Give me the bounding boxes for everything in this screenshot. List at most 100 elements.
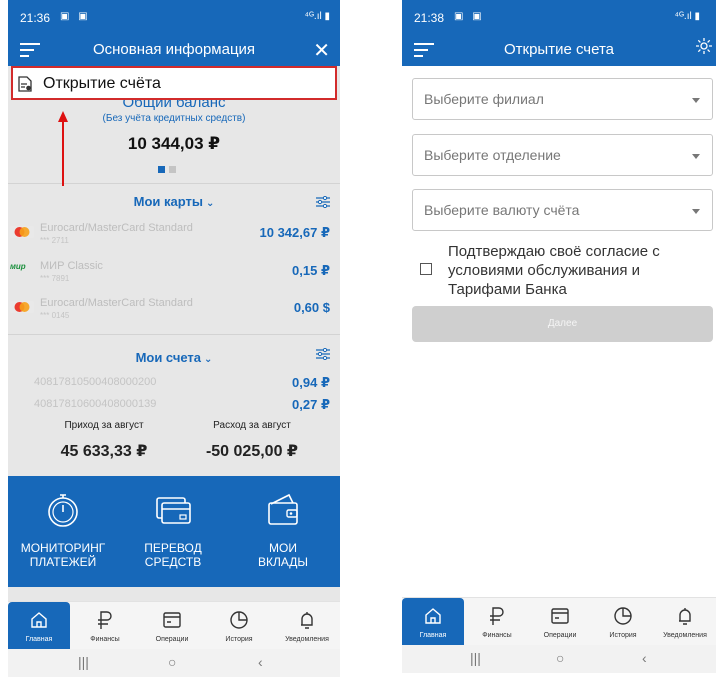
home-system-icon[interactable]: ○ xyxy=(168,654,176,670)
card-number: *** 7891 xyxy=(40,274,70,283)
nav-home[interactable]: Главная xyxy=(402,598,464,646)
funds-transfer-tile[interactable]: ПЕРЕВОД СРЕДСТВ xyxy=(118,476,228,569)
open-account-menu-item[interactable]: Открытие счёта xyxy=(11,66,337,100)
nav-label: Уведомления xyxy=(663,632,707,639)
document-icon xyxy=(18,76,32,92)
income-value: 45 633,33 ₽ xyxy=(60,443,148,460)
card-row[interactable]: мир МИР Classic *** 7891 0,15 ₽ xyxy=(8,259,340,295)
system-nav-bar: ||| ○ ‹ xyxy=(8,649,340,677)
tile-label: ВКЛАДЫ xyxy=(257,555,309,569)
account-number: 40817810600408000139 xyxy=(34,398,157,410)
nav-finance[interactable]: Финансы xyxy=(466,598,528,646)
notification-icons: ▣ ▣ xyxy=(60,11,91,22)
filter-icon[interactable] xyxy=(316,196,330,208)
nav-finance[interactable]: Финансы xyxy=(74,602,136,650)
gear-icon[interactable] xyxy=(694,36,714,56)
home-icon xyxy=(31,612,47,628)
history-icon xyxy=(230,611,248,629)
tile-label: СРЕДСТВ xyxy=(144,555,202,569)
nav-operations[interactable]: Операции xyxy=(529,598,591,646)
expense-value: -50 025,00 ₽ xyxy=(205,443,299,460)
back-icon[interactable]: ‹ xyxy=(642,650,647,666)
account-balance: 0,94 ₽ xyxy=(292,375,330,390)
account-number: 40817810500408000200 xyxy=(34,376,157,388)
my-deposits-tile[interactable]: МОИ ВКЛАДЫ xyxy=(228,476,338,569)
open-account-label: Открытие счёта xyxy=(43,75,161,92)
bell-icon xyxy=(679,608,691,625)
card-balance: 0,15 ₽ xyxy=(292,263,330,278)
ruble-icon xyxy=(490,607,504,625)
signal-icon: ⁴ᴳ.ıl ▮ xyxy=(674,11,700,22)
recent-apps-icon[interactable]: ||| xyxy=(470,650,481,666)
currency-select[interactable]: Выберите валюту счёта xyxy=(412,189,713,231)
pointer-arrow xyxy=(58,111,68,186)
wallet-icon xyxy=(268,493,298,525)
card-row[interactable]: Eurocard/MasterCard Standard *** 2711 10… xyxy=(8,221,340,257)
home-system-icon[interactable]: ○ xyxy=(556,650,564,666)
consent-text: Подтверждаю своё согласие с условиями об… xyxy=(448,243,660,298)
system-nav-bar: ||| ○ ‹ xyxy=(402,645,716,673)
open-account-screen: 21:38 ▣ ▣ ⁴ᴳ.ıl ▮ Открытие счета Выберит… xyxy=(402,0,716,677)
income-block: Приход за август 45 633,33 ₽ xyxy=(24,420,184,461)
nav-history[interactable]: История xyxy=(592,598,654,646)
card-row[interactable]: Eurocard/MasterCard Standard *** 0145 0,… xyxy=(8,296,340,332)
nav-notifications[interactable]: Уведомления xyxy=(276,602,338,650)
tile-label: ПЕРЕВОД xyxy=(144,541,202,555)
carousel-dots[interactable] xyxy=(158,160,180,178)
office-placeholder: Выберите отделение xyxy=(424,147,561,163)
nav-label: Уведомления xyxy=(285,636,329,643)
nav-history[interactable]: История xyxy=(208,602,270,650)
bell-icon xyxy=(301,612,313,629)
card-name: Eurocard/MasterCard Standard xyxy=(40,222,193,234)
history-icon xyxy=(614,607,632,625)
nav-label: Главная xyxy=(419,632,447,639)
close-icon[interactable]: ✕ xyxy=(313,38,330,63)
card-balance: 0,60 $ xyxy=(293,300,330,315)
expense-label: Расход за август xyxy=(213,420,291,431)
expense-block: Расход за август -50 025,00 ₽ xyxy=(172,420,332,461)
chevron-down-icon xyxy=(692,98,700,103)
nav-operations[interactable]: Операции xyxy=(141,602,203,650)
accounts-section-title[interactable]: Мои счета ⌄ xyxy=(8,350,340,365)
status-bar: 21:38 ▣ ▣ ⁴ᴳ.ıl ▮ xyxy=(402,0,716,34)
chevron-down-icon xyxy=(692,209,700,214)
card-name: МИР Classic xyxy=(40,260,103,272)
mastercard-logo xyxy=(10,226,34,238)
nav-label: История xyxy=(609,632,637,639)
filter-icon[interactable] xyxy=(316,348,330,360)
currency-placeholder: Выберите валюту счёта xyxy=(424,202,580,218)
consent-checkbox[interactable] xyxy=(420,263,432,275)
payments-monitoring-tile[interactable]: МОНИТОРИНГ ПЛАТЕЖЕЙ xyxy=(8,476,118,569)
mir-logo: мир xyxy=(10,262,26,271)
branch-placeholder: Выберите филиал xyxy=(424,91,544,107)
card-number: *** 2711 xyxy=(40,236,69,245)
cards-section-title[interactable]: Мои карты ⌄ xyxy=(8,194,340,209)
card-icon xyxy=(156,497,191,524)
notification-icons: ▣ ▣ xyxy=(454,11,485,22)
accounts-title-label: Мои счета xyxy=(135,350,202,365)
card-number: *** 0145 xyxy=(40,311,70,320)
account-balance: 0,27 ₽ xyxy=(292,397,330,412)
back-icon[interactable]: ‹ xyxy=(258,654,263,670)
recent-apps-icon[interactable]: ||| xyxy=(78,654,89,670)
card-name: Eurocard/MasterCard Standard xyxy=(40,297,193,309)
status-bar: 21:36 ▣ ▣ ⁴ᴳ.ıl ▮ xyxy=(8,0,340,34)
nav-label: Финансы xyxy=(482,632,512,639)
page-title: Основная информация xyxy=(92,41,256,58)
ruble-icon xyxy=(98,611,112,629)
nav-notifications[interactable]: Уведомления xyxy=(654,598,716,646)
next-button[interactable]: Далее xyxy=(412,306,713,342)
account-row[interactable]: 40817810600408000139 0,27 ₽ xyxy=(8,396,340,416)
nav-home[interactable]: Главная xyxy=(8,602,70,650)
stopwatch-icon xyxy=(48,494,78,527)
tile-label: ПЛАТЕЖЕЙ xyxy=(29,555,97,569)
account-row[interactable]: 40817810500408000200 0,94 ₽ xyxy=(8,374,340,394)
office-select[interactable]: Выберите отделение xyxy=(412,134,713,176)
operations-icon xyxy=(551,608,569,624)
nav-label: Операции xyxy=(543,632,577,639)
app-header: Основная информация ✕ xyxy=(8,34,340,66)
branch-select[interactable]: Выберите филиал xyxy=(412,78,713,120)
mastercard-logo xyxy=(10,301,34,313)
cards-title-label: Мои карты xyxy=(133,194,203,209)
signal-icon: ⁴ᴳ.ıl ▮ xyxy=(304,11,330,22)
